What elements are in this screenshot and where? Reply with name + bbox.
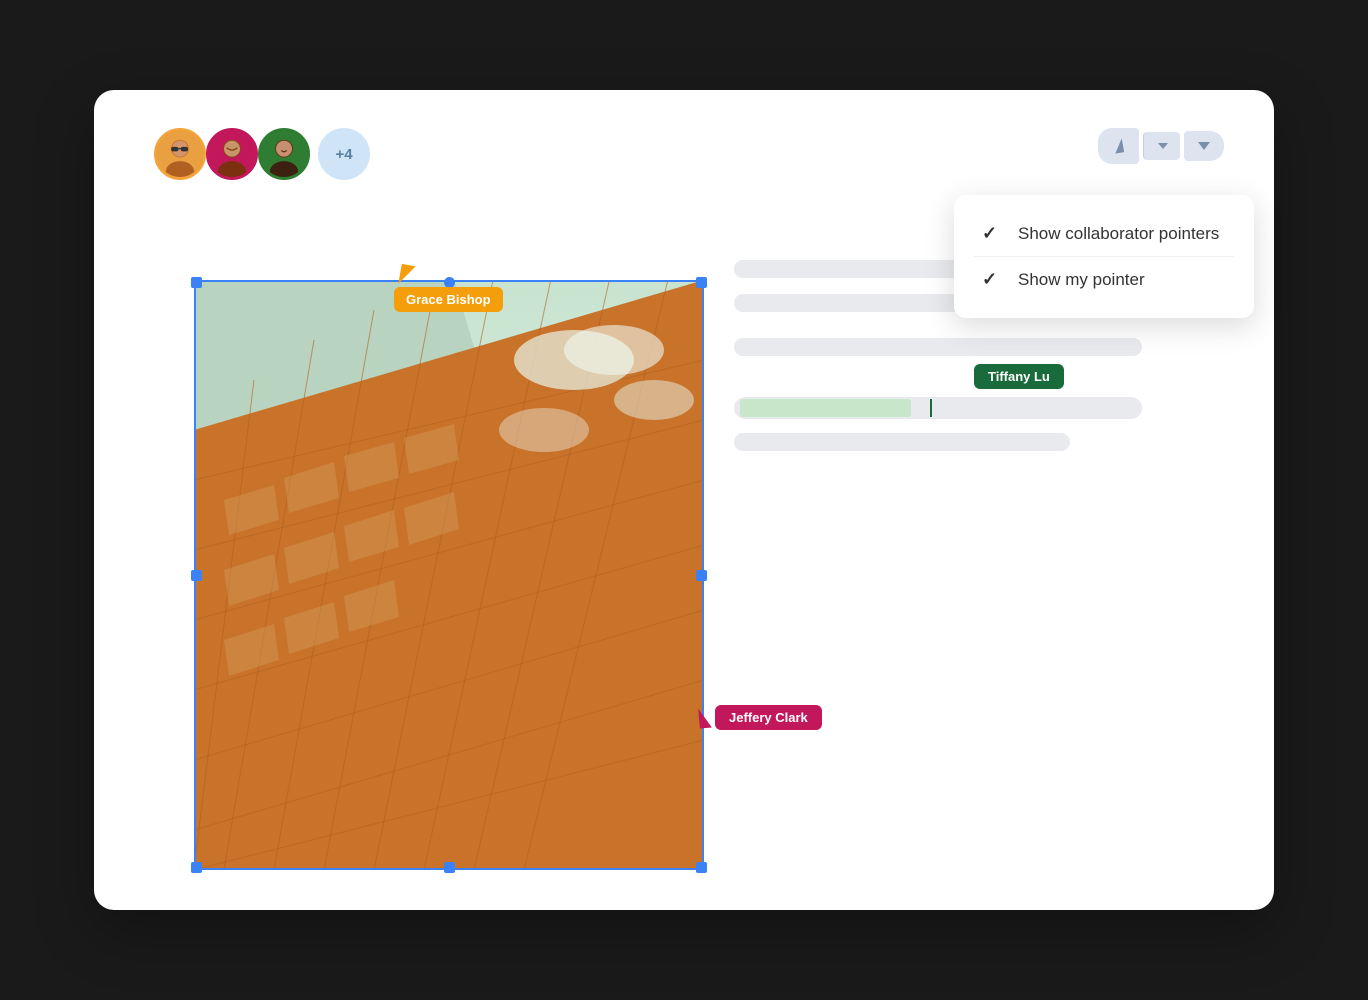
checkmark-collaborator: ✓ xyxy=(982,223,1002,244)
pointer-controls xyxy=(1098,128,1224,164)
dropdown-item-collaborator-pointers[interactable]: ✓ Show collaborator pointers xyxy=(974,211,1234,257)
avatar-more[interactable]: +4 xyxy=(318,128,370,180)
dropdown-item-my-pointer[interactable]: ✓ Show my pointer xyxy=(974,257,1234,302)
avatar-user3[interactable] xyxy=(258,128,310,180)
image-container[interactable]: Grace Bishop xyxy=(194,280,704,870)
avatars-row: +4 xyxy=(154,128,370,180)
building-svg xyxy=(194,280,704,870)
tiffany-cursor-area: Tiffany Lu xyxy=(734,338,1214,451)
content-line-3 xyxy=(734,338,1142,356)
text-selection-highlight xyxy=(740,399,911,417)
main-card: +4 ✓ Show collaborator pointers ✓ Show m… xyxy=(94,90,1274,910)
tiffany-lu-label: Tiffany Lu xyxy=(974,364,1064,389)
pointer-button[interactable] xyxy=(1098,128,1139,164)
chevron-down-icon xyxy=(1198,142,1210,150)
jeffery-cursor-arrow xyxy=(698,708,712,729)
text-input-mock[interactable] xyxy=(734,397,1142,419)
jeffery-clark-label: Jeffery Clark xyxy=(715,705,822,730)
dropdown-menu: ✓ Show collaborator pointers ✓ Show my p… xyxy=(954,195,1254,318)
avatar-user1[interactable] xyxy=(154,128,206,180)
dropdown-arrow-icon xyxy=(1158,143,1168,149)
checkmark-my-pointer: ✓ xyxy=(982,269,1002,290)
pointer-dropdown-button[interactable] xyxy=(1143,132,1180,160)
cursor-icon xyxy=(1113,138,1124,153)
jeffery-clark-cursor: Jeffery Clark xyxy=(699,705,822,730)
grace-cursor-arrow xyxy=(398,264,415,286)
building-image xyxy=(194,280,704,870)
dropdown-label-my-pointer: Show my pointer xyxy=(1018,270,1145,290)
grace-bishop-label: Grace Bishop xyxy=(394,287,503,312)
grace-bishop-cursor: Grace Bishop xyxy=(394,265,503,312)
avatar-user2[interactable] xyxy=(206,128,258,180)
pointer-chevron-button[interactable] xyxy=(1184,131,1224,161)
text-cursor xyxy=(930,399,932,417)
dropdown-label-collaborator: Show collaborator pointers xyxy=(1018,224,1219,244)
content-line-4 xyxy=(734,433,1070,451)
